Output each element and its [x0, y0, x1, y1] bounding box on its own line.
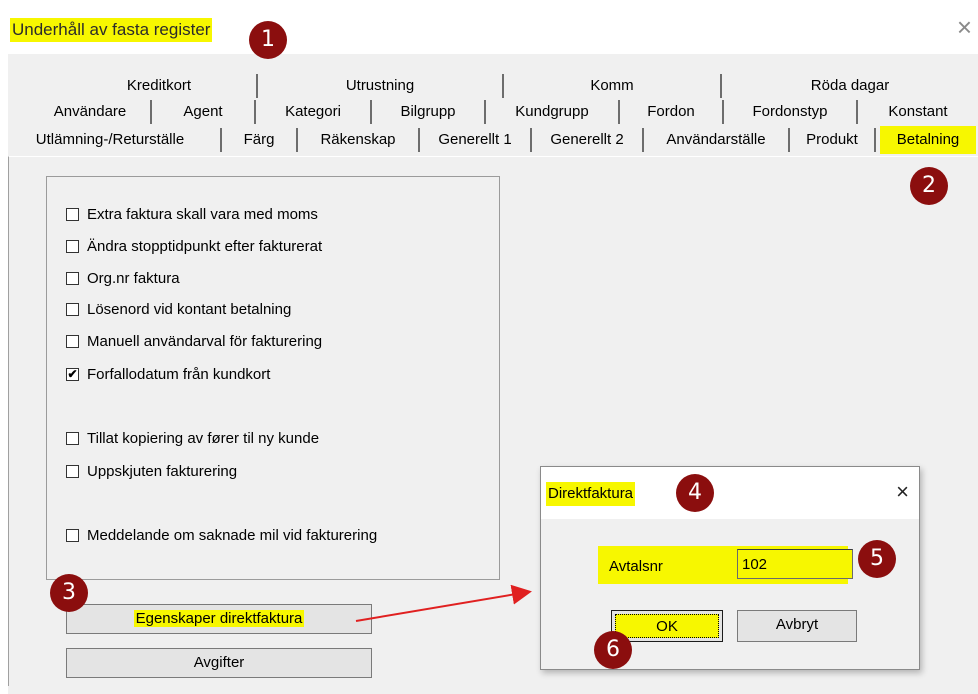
tab-anvandarstalle[interactable]: Användarställe — [644, 128, 790, 152]
step-marker-2: 2 — [910, 167, 948, 205]
tab-bilgrupp[interactable]: Bilgrupp — [372, 100, 486, 124]
checkbox-label: Meddelande om saknade mil vid fakturerin… — [87, 527, 378, 544]
tab-rakenskap[interactable]: Räkenskap — [298, 128, 420, 152]
tab-betalning[interactable]: Betalning — [880, 126, 976, 154]
tab-generellt-1[interactable]: Generellt 1 — [420, 128, 532, 152]
step-marker-1: 1 — [249, 21, 287, 59]
checkbox-label: Forfallodatum från kundkort — [87, 366, 271, 383]
dialog-close-icon[interactable]: × — [896, 477, 909, 507]
tab-anvandare[interactable]: Användare — [30, 100, 152, 124]
checkbox-label: Tillat kopiering av fører til ny kunde — [87, 430, 320, 447]
tab-kundgrupp[interactable]: Kundgrupp — [486, 100, 620, 124]
tab-generellt-2[interactable]: Generellt 2 — [532, 128, 644, 152]
cancel-button[interactable]: Avbryt — [737, 610, 857, 642]
tab-fordon[interactable]: Fordon — [620, 100, 724, 124]
checkbox-label: Uppskjuten fakturering — [87, 463, 238, 480]
direct-invoice-button-label: Egenskaper direktfaktura — [133, 610, 305, 627]
checkbox[interactable] — [66, 240, 79, 253]
ok-focus-rect: OK — [615, 614, 719, 638]
tab-kategori[interactable]: Kategori — [256, 100, 372, 124]
checkbox-label: Lösenord vid kontant betalning — [87, 301, 292, 318]
dialog-title: Direktfaktura — [546, 482, 636, 506]
annotation-arrow — [355, 584, 532, 622]
step-marker-4: 4 — [676, 474, 714, 512]
tab-fordonstyp[interactable]: Fordonstyp — [724, 100, 858, 124]
checkbox-label: Manuell användarval för fakturering — [87, 333, 323, 350]
checkbox[interactable] — [66, 272, 79, 285]
tab-komm[interactable]: Komm — [504, 74, 722, 98]
window-title: Underhåll av fasta register — [10, 18, 213, 42]
tab-kreditkort[interactable]: Kreditkort — [62, 74, 258, 98]
tab-konstant[interactable]: Konstant — [858, 100, 978, 124]
checkbox[interactable] — [66, 208, 79, 221]
checkbox[interactable] — [66, 432, 79, 445]
checkbox-label: Org.nr faktura — [87, 270, 180, 287]
tab-roda-dagar[interactable]: Röda dagar — [722, 74, 978, 98]
checkbox-label: Ändra stopptidpunkt efter fakturerat — [87, 238, 323, 255]
tab-utlamning-returstalle[interactable]: Utlämning-/Returställe — [0, 128, 222, 152]
fees-button[interactable]: Avgifter — [66, 648, 372, 678]
ok-label: OK — [656, 618, 678, 635]
step-marker-5: 5 — [858, 540, 896, 578]
checkbox-checked[interactable]: ✔ — [66, 368, 79, 381]
tab-produkt[interactable]: Produkt — [790, 128, 876, 152]
check-icon: ✔ — [67, 367, 78, 381]
checkbox[interactable] — [66, 303, 79, 316]
checkbox-label: Extra faktura skall vara med moms — [87, 206, 318, 223]
direct-invoice-properties-button[interactable]: Egenskaper direktfaktura — [66, 604, 372, 634]
tab-farg[interactable]: Färg — [222, 128, 298, 152]
avtalsnr-input[interactable] — [737, 549, 853, 579]
checkbox[interactable] — [66, 529, 79, 542]
tab-agent[interactable]: Agent — [152, 100, 256, 124]
checkbox[interactable] — [66, 335, 79, 348]
avtalsnr-label: Avtalsnr — [609, 558, 663, 575]
step-marker-6: 6 — [594, 631, 632, 669]
step-marker-3: 3 — [50, 574, 88, 612]
window-close-icon[interactable]: × — [957, 12, 972, 42]
checkbox[interactable] — [66, 465, 79, 478]
tab-utrustning[interactable]: Utrustning — [258, 74, 504, 98]
